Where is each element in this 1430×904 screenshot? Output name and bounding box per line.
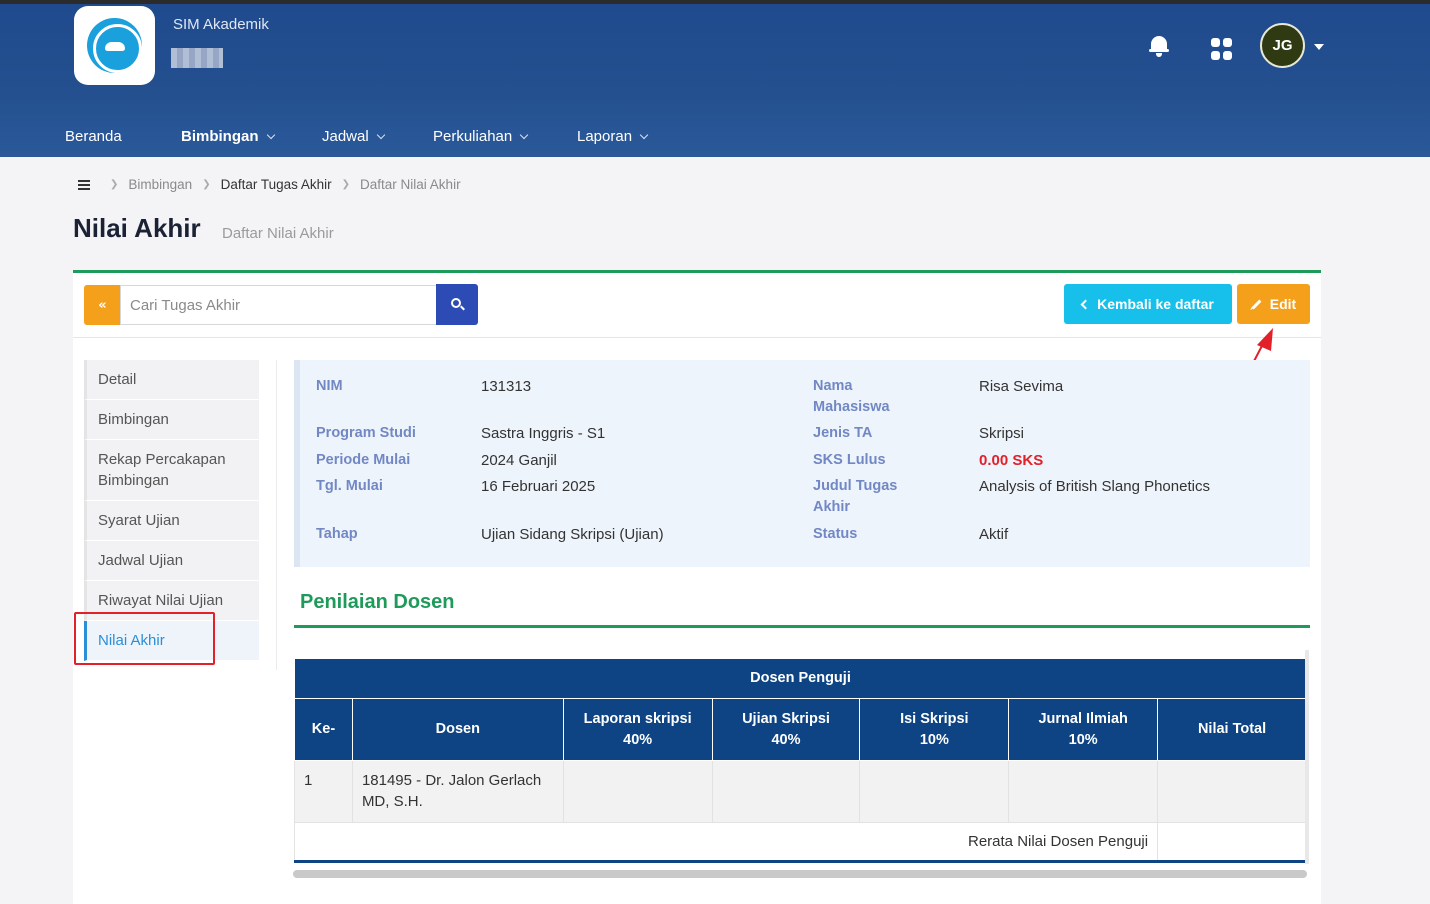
chevron-right-icon: ❯: [110, 179, 119, 190]
table-header-jurnal: Jurnal Ilmiah 10%: [1008, 698, 1159, 761]
footer-label: Rerata Nilai Dosen Penguji: [293, 822, 1159, 862]
chevron-down-icon: [266, 130, 275, 139]
cell-jurnal: [1008, 760, 1159, 823]
hamburger-menu-icon[interactable]: [78, 179, 90, 190]
table-header-total: Nilai Total: [1157, 698, 1307, 761]
table-header-ujian: Ujian Skripsi 40%: [711, 698, 861, 761]
nim-label: NIM: [316, 378, 343, 394]
app-header: SIM Akademik JG Beranda Bimbingan Jadwal…: [0, 4, 1430, 161]
table-footer-row: Rerata Nilai Dosen Penguji: [293, 822, 1307, 862]
nav-item-perkuliahan[interactable]: Perkuliahan: [433, 112, 529, 161]
prodi-label: Program Studi: [316, 425, 416, 441]
side-item-jadwal-ujian[interactable]: Jadwal Ujian: [84, 541, 259, 581]
user-avatar[interactable]: JG: [1260, 23, 1305, 68]
cell-isi: [859, 760, 1010, 823]
nav-label: Jadwal: [322, 128, 369, 145]
table-horizontal-scrollbar[interactable]: [293, 870, 1307, 878]
chevron-down-icon: [376, 130, 385, 139]
judul-value: Analysis of British Slang Phonetics: [979, 478, 1210, 495]
table-header-ke: Ke-: [294, 698, 353, 761]
table-header-dosen: Dosen: [351, 698, 564, 761]
page-subtitle: Daftar Nilai Akhir: [222, 225, 334, 242]
periode-value: 2024 Ganjil: [481, 452, 557, 469]
cell-total: [1157, 760, 1307, 823]
side-item-rekap-percakapan[interactable]: Rekap Percakapan Bimbingan: [84, 440, 259, 501]
nim-value: 131313: [481, 378, 532, 395]
breadcrumb-item-current: Daftar Nilai Akhir: [360, 177, 461, 192]
penilaian-table: Dosen Penguji Ke- Dosen Laporan skripsi 4…: [293, 658, 1307, 862]
main-nav: Beranda Bimbingan Jadwal Perkuliahan Lap…: [0, 112, 1430, 161]
sks-value: 0.00 SKS: [979, 452, 1044, 469]
periode-label: Periode Mulai: [316, 452, 411, 468]
chevron-down-icon: [519, 130, 529, 139]
side-divider: [276, 360, 277, 670]
chevron-down-icon: [639, 130, 649, 139]
search-button[interactable]: [436, 284, 478, 325]
nama-value: Risa Sevima: [979, 378, 1064, 395]
cell-ke: 1: [294, 760, 353, 823]
breadcrumb-item-bimbingan[interactable]: Bimbingan: [128, 177, 192, 192]
cloud-logo-icon: [87, 18, 142, 73]
nav-item-bimbingan[interactable]: Bimbingan: [172, 112, 281, 161]
chevron-left-icon: [1080, 299, 1091, 309]
side-item-bimbingan[interactable]: Bimbingan: [84, 400, 259, 440]
nav-label: Laporan: [577, 128, 633, 145]
table-header-laporan: Laporan skripsi 40%: [562, 698, 713, 761]
status-value: Aktif: [979, 526, 1009, 543]
nav-label: Perkuliahan: [433, 128, 513, 145]
sks-label: SKS Lulus: [813, 452, 886, 468]
toolbar-divider: [73, 337, 1321, 338]
jenis-value: Skripsi: [979, 425, 1025, 442]
table-group-header: Dosen Penguji: [294, 658, 1307, 699]
nama-label: Nama Mahasiswa: [813, 378, 890, 415]
table-vertical-scrollbar[interactable]: [1305, 650, 1309, 864]
caret-down-icon[interactable]: [1314, 44, 1324, 50]
kembali-label: Kembali ke daftar: [1097, 296, 1214, 312]
blurred-subtitle: [171, 48, 223, 68]
tahap-label: Tahap: [316, 526, 358, 542]
table-header-isi: Isi Skripsi 10%: [859, 698, 1010, 761]
breadcrumb-item-daftar-tugas-akhir[interactable]: Daftar Tugas Akhir: [221, 177, 332, 192]
bell-icon[interactable]: [1148, 34, 1170, 58]
jenis-label: Jenis TA: [813, 425, 873, 441]
side-item-syarat-ujian[interactable]: Syarat Ujian: [84, 501, 259, 541]
section-title: Penilaian Dosen: [300, 591, 455, 613]
nav-item-beranda[interactable]: Beranda: [65, 112, 122, 161]
student-info-panel: NIM 131313 Program Studi Sastra Inggris …: [294, 360, 1310, 567]
edit-button[interactable]: Edit: [1237, 284, 1310, 324]
breadcrumb: ❯ Bimbingan ❯ Daftar Tugas Akhir ❯ Dafta…: [78, 177, 461, 192]
cell-laporan: [562, 760, 713, 823]
chevron-right-icon: ❯: [202, 179, 211, 190]
annotation-highlight-box: [74, 612, 215, 665]
pencil-icon: [1251, 299, 1262, 309]
cell-ujian: [711, 760, 861, 823]
prodi-value: Sastra Inggris - S1: [481, 425, 606, 442]
nav-label: Beranda: [65, 128, 122, 145]
nav-item-jadwal[interactable]: Jadwal: [322, 112, 385, 161]
app-title: SIM Akademik: [173, 16, 269, 33]
tgl-value: 16 Februari 2025: [481, 478, 596, 495]
nav-label: Bimbingan: [181, 128, 259, 145]
kembali-button[interactable]: Kembali ke daftar: [1064, 284, 1232, 324]
double-chevron-left-button[interactable]: «: [84, 285, 121, 325]
section-underline: [294, 625, 1310, 628]
nav-item-laporan[interactable]: Laporan: [577, 112, 649, 161]
judul-label: Judul Tugas Akhir: [813, 478, 898, 515]
page-title: Nilai Akhir: [73, 213, 201, 243]
table-row: 1 181495 - Dr. Jalon Gerlach MD, S.H.: [294, 760, 1307, 823]
apps-grid-icon[interactable]: [1211, 38, 1233, 60]
tahap-value: Ujian Sidang Skripsi (Ujian): [481, 526, 664, 543]
edit-label: Edit: [1269, 296, 1297, 312]
app-logo[interactable]: [74, 6, 155, 85]
table-bottom-border: [294, 860, 1307, 863]
chevron-right-icon: ❯: [341, 179, 351, 190]
tgl-label: Tgl. Mulai: [316, 478, 383, 494]
cell-dosen: 181495 - Dr. Jalon Gerlach MD, S.H.: [351, 760, 564, 823]
side-item-detail[interactable]: Detail: [84, 360, 259, 400]
footer-value: [1157, 822, 1307, 862]
search-input[interactable]: [120, 285, 437, 325]
status-label: Status: [813, 526, 858, 542]
